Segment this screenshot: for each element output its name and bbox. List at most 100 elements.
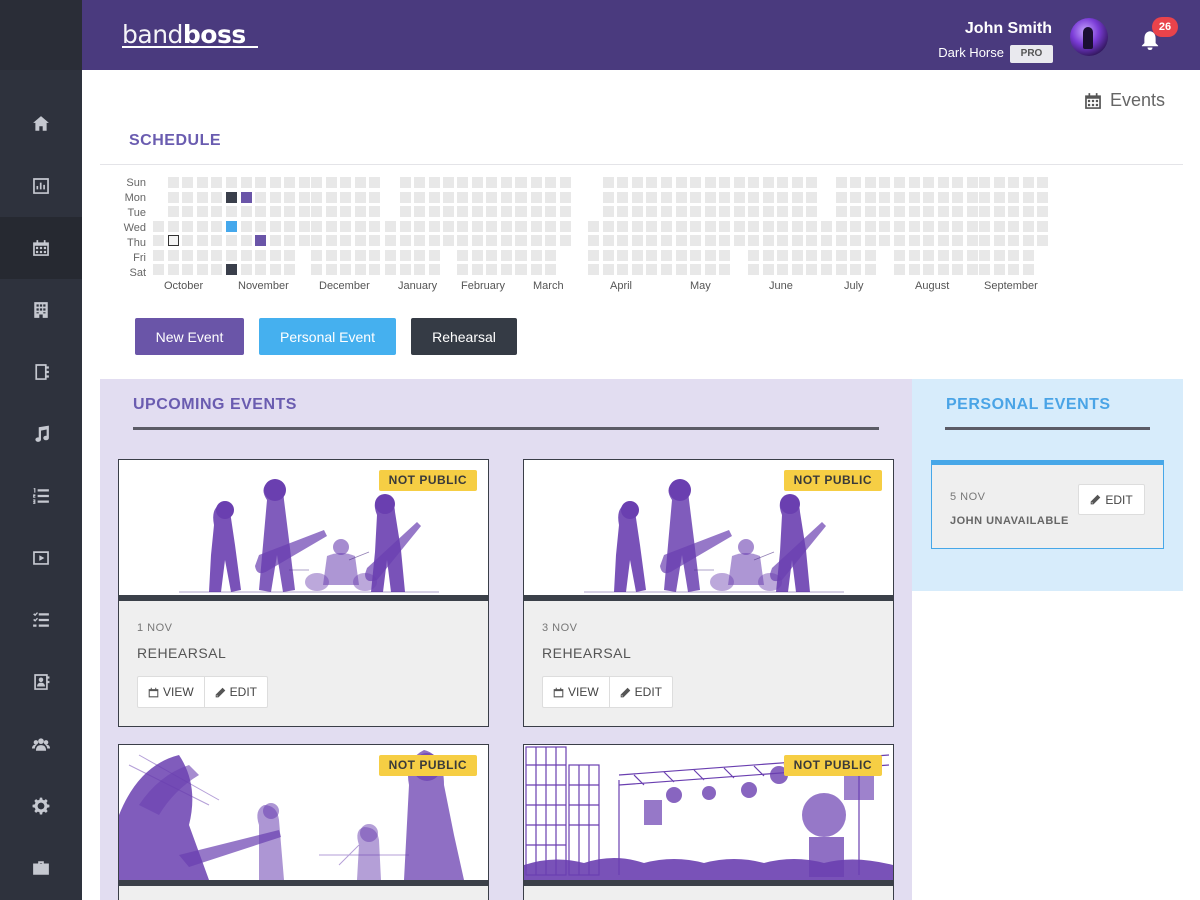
schedule-day-cell[interactable] (340, 264, 351, 275)
schedule-day-cell[interactable] (369, 177, 380, 188)
schedule-day-cell[interactable] (196, 249, 208, 261)
schedule-day-cell[interactable] (719, 235, 730, 246)
schedule-day-cell[interactable] (269, 177, 281, 188)
schedule-day-cell[interactable] (979, 264, 990, 275)
schedule-day-cell[interactable] (690, 235, 701, 246)
schedule-day-cell[interactable] (211, 206, 222, 217)
schedule-day-cell[interactable] (966, 177, 978, 188)
schedule-day-cell[interactable] (559, 220, 571, 232)
schedule-day-cell[interactable] (500, 235, 512, 246)
schedule-day-cell[interactable] (690, 264, 701, 275)
schedule-day-cell[interactable] (559, 206, 571, 217)
schedule-day-cell[interactable] (661, 206, 672, 217)
schedule-day-cell[interactable] (588, 264, 599, 275)
schedule-day-cell[interactable] (414, 235, 425, 246)
schedule-day-cell[interactable] (806, 177, 817, 188)
schedule-day-cell[interactable] (719, 249, 730, 261)
schedule-day-cell[interactable] (602, 220, 614, 232)
schedule-day-cell[interactable] (908, 264, 920, 275)
schedule-day-cell[interactable] (993, 249, 1005, 261)
schedule-day-cell[interactable] (675, 206, 687, 217)
schedule-day-cell[interactable] (704, 191, 716, 203)
avatar[interactable] (1070, 18, 1108, 56)
schedule-day-cell[interactable] (354, 177, 366, 188)
schedule-day-cell[interactable] (182, 220, 193, 232)
schedule-day-cell[interactable] (1022, 235, 1034, 246)
schedule-day-cell[interactable] (762, 206, 774, 217)
schedule-day-cell[interactable] (821, 264, 832, 275)
schedule-day-cell[interactable] (269, 264, 281, 275)
schedule-day-cell[interactable] (471, 220, 483, 232)
sidebar-item-notebook[interactable] (0, 341, 82, 403)
schedule-day-cell[interactable] (298, 177, 310, 188)
schedule-day-cell[interactable] (675, 177, 687, 188)
schedule-day-cell[interactable] (631, 206, 643, 217)
schedule-day-cell[interactable] (879, 177, 890, 188)
schedule-day-cell[interactable] (690, 191, 701, 203)
schedule-day-cell[interactable] (399, 191, 411, 203)
schedule-day-cell[interactable] (894, 249, 905, 261)
schedule-day-cell[interactable] (806, 264, 817, 275)
schedule-day-cell[interactable] (486, 249, 497, 261)
schedule-day-cell[interactable] (545, 191, 556, 203)
schedule-day-cell[interactable] (428, 264, 440, 275)
schedule-day-cell[interactable] (530, 206, 542, 217)
schedule-day-cell[interactable] (602, 235, 614, 246)
schedule-day-cell[interactable] (937, 191, 949, 203)
sidebar-item-venues[interactable] (0, 279, 82, 341)
schedule-day-cell[interactable] (850, 177, 861, 188)
schedule-day-cell[interactable] (298, 235, 310, 246)
sidebar-item-members[interactable] (0, 713, 82, 775)
schedule-day-cell[interactable] (937, 220, 949, 232)
schedule-day-cell[interactable] (559, 177, 571, 188)
schedule-day-cell[interactable] (806, 249, 817, 261)
schedule-day-cell[interactable] (835, 264, 847, 275)
schedule-day-cell[interactable] (864, 177, 876, 188)
schedule-day-cell[interactable] (240, 177, 252, 188)
schedule-day-cell[interactable] (269, 191, 281, 203)
schedule-day-cell[interactable] (1037, 177, 1048, 188)
schedule-day-cell[interactable] (182, 264, 193, 275)
schedule-day-cell[interactable] (704, 177, 716, 188)
schedule-day-cell[interactable] (979, 191, 990, 203)
schedule-day-cell[interactable] (530, 235, 542, 246)
schedule-day-cell[interactable] (399, 249, 411, 261)
schedule-day-cell[interactable] (516, 206, 527, 217)
schedule-day-cell[interactable] (167, 177, 179, 188)
schedule-day-cell[interactable] (791, 220, 803, 232)
schedule-day-cell[interactable] (588, 249, 599, 261)
schedule-day-cell[interactable] (704, 206, 716, 217)
schedule-day-cell[interactable] (937, 235, 949, 246)
schedule-day-cell[interactable] (486, 220, 497, 232)
schedule-day-cell[interactable] (993, 264, 1005, 275)
schedule-day-cell[interactable] (993, 235, 1005, 246)
schedule-day-cell[interactable] (835, 220, 847, 232)
schedule-day-cell[interactable] (806, 220, 817, 232)
schedule-day-cell[interactable] (777, 220, 788, 232)
schedule-day-cell[interactable] (704, 264, 716, 275)
schedule-day-cell[interactable] (545, 220, 556, 232)
brand-logo[interactable]: bandboss (122, 20, 258, 49)
schedule-day-cell[interactable] (354, 191, 366, 203)
schedule-day-cell[interactable] (1037, 206, 1048, 217)
schedule-day-cell[interactable] (791, 264, 803, 275)
schedule-day-cell[interactable] (646, 191, 657, 203)
new-event-button[interactable]: New Event (135, 318, 244, 355)
schedule-day-cell[interactable] (923, 206, 934, 217)
schedule-day-cell[interactable] (226, 249, 237, 261)
schedule-day-cell[interactable] (821, 249, 832, 261)
schedule-day-cell[interactable] (399, 206, 411, 217)
schedule-day-cell[interactable] (864, 235, 876, 246)
schedule-day-cell[interactable] (211, 220, 222, 232)
schedule-day-cell[interactable] (369, 220, 380, 232)
schedule-day-cell[interactable] (443, 220, 454, 232)
schedule-day-cell[interactable] (690, 220, 701, 232)
schedule-day-cell[interactable] (661, 177, 672, 188)
schedule-day-cell[interactable] (879, 220, 890, 232)
schedule-day-cell[interactable] (369, 206, 380, 217)
schedule-day-cell[interactable] (196, 191, 208, 203)
schedule-day-cell[interactable] (748, 177, 759, 188)
schedule-day-cell[interactable] (993, 177, 1005, 188)
schedule-day-cell[interactable] (255, 206, 266, 217)
schedule-day-cell[interactable] (1022, 177, 1034, 188)
